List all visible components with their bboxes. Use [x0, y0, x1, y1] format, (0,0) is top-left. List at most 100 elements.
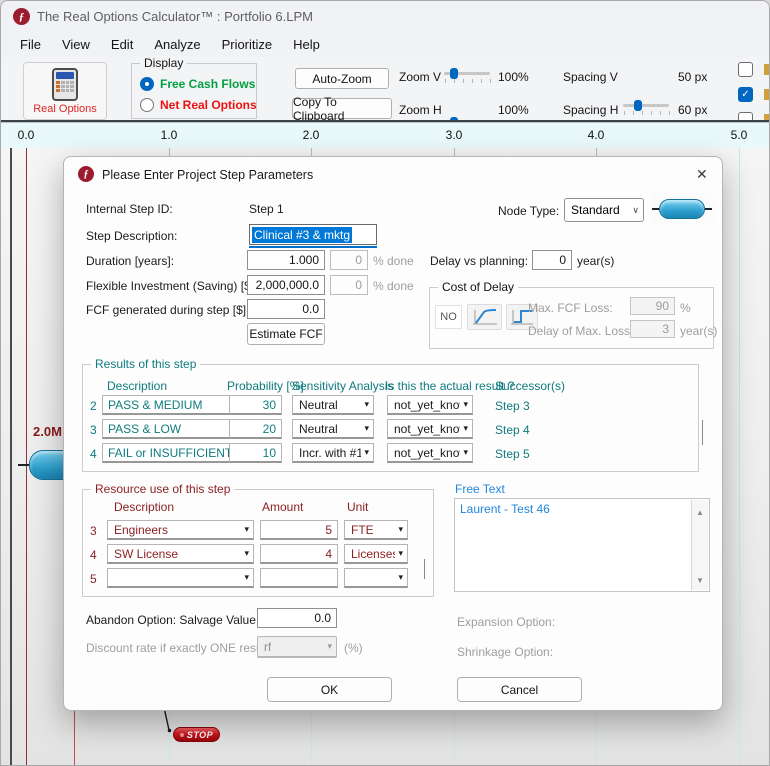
cost-of-delay-no-button[interactable]: NO	[435, 305, 462, 329]
duration-done-input[interactable]: 0	[330, 250, 368, 270]
free-text-title: Free Text	[455, 482, 505, 496]
ok-button[interactable]: OK	[267, 677, 392, 702]
checkbox-1[interactable]	[738, 62, 753, 77]
max-fcf-loss-input: 90	[630, 297, 675, 315]
checkbox-2-checked[interactable]	[738, 87, 753, 102]
real-options-button[interactable]: Real Options	[23, 62, 107, 120]
gridline-5	[739, 148, 740, 766]
menu-analyze[interactable]: Analyze	[147, 34, 214, 55]
ruler-tick-3: 3.0	[446, 128, 463, 142]
radio-unselected-icon	[140, 98, 154, 112]
toolbar: Real Options Display Free Cash Flows Net…	[1, 57, 770, 122]
app-logo-icon: ƒ	[13, 8, 30, 25]
close-icon[interactable]: ✕	[696, 166, 708, 183]
result-sensitivity-select[interactable]: Neutral	[292, 395, 374, 415]
spacing-v-label: Spacing V	[563, 70, 618, 84]
selected-text: Clinical #3 & mktg	[252, 227, 352, 243]
free-text-scrollbar[interactable]	[691, 500, 708, 590]
node-shape-button[interactable]	[650, 193, 714, 225]
flexible-investment-input[interactable]: 2,000,000.0	[247, 275, 325, 295]
stop-node[interactable]: STOP	[173, 727, 220, 742]
resource-amount-input[interactable]: 4	[260, 544, 338, 564]
ruler-tick-1: 1.0	[161, 128, 178, 142]
result-description-input[interactable]: FAIL or INSUFFICIENT	[102, 443, 250, 463]
fcf-input[interactable]: 0.0	[247, 299, 325, 319]
menu-prioritize[interactable]: Prioritize	[215, 34, 287, 55]
node-left-tick-icon	[652, 208, 659, 210]
radio-selected-icon	[140, 77, 154, 91]
node-type-select[interactable]: Standard	[564, 198, 644, 222]
investment-done-label: % done	[373, 279, 414, 293]
cancel-button[interactable]: Cancel	[457, 677, 582, 702]
scroll-up-icon[interactable]	[696, 502, 704, 520]
estimate-fcf-button[interactable]: Estimate FCF	[247, 323, 325, 345]
resource-unit-select[interactable]: Licenses	[344, 544, 408, 564]
menu-help[interactable]: Help	[286, 34, 334, 55]
node-value-label: 2.0M	[33, 424, 62, 439]
result-sensitivity-select[interactable]: Neutral	[292, 419, 374, 439]
result-actual-select[interactable]: not_yet_known	[387, 419, 473, 439]
radio-net-real-options[interactable]: Net Real Options	[140, 98, 257, 112]
resource-unit-select[interactable]	[344, 568, 408, 588]
abandon-option-label: Abandon Option: Salvage Value [$]:	[86, 613, 276, 627]
abandon-salvage-input[interactable]: 0.0	[257, 608, 337, 628]
stop-label: STOP	[187, 730, 213, 740]
time-ruler: 0.0 1.0 2.0 3.0 4.0 5.0	[1, 122, 770, 148]
result-probability-input[interactable]: 20	[229, 419, 282, 439]
results-header-successor: Successor(s)	[495, 379, 565, 393]
copy-to-clipboard-button[interactable]: Copy To Clipboard	[292, 98, 392, 119]
result-probability-input[interactable]: 10	[229, 443, 282, 463]
dialog-icon: ƒ	[78, 166, 94, 182]
results-group-title: Results of this step	[91, 357, 200, 371]
zoom-v-label: Zoom V	[399, 70, 441, 84]
resource-amount-input[interactable]: 5	[260, 520, 338, 540]
resource-unit-select[interactable]: FTE	[344, 520, 408, 540]
ramp-curve-button[interactable]	[467, 304, 502, 330]
delay-vs-planning-input[interactable]: 0	[532, 250, 572, 270]
auto-zoom-button[interactable]: Auto-Zoom	[295, 68, 389, 89]
spacing-h-value: 60 px	[678, 103, 707, 117]
duration-input[interactable]: 1.000	[247, 250, 325, 270]
result-sensitivity-select[interactable]: Incr. with #1	[292, 443, 374, 463]
result-actual-select[interactable]: not_yet_known	[387, 395, 473, 415]
focus-underline	[249, 246, 377, 248]
menu-file[interactable]: File	[13, 34, 55, 55]
resource-description-select[interactable]	[107, 568, 254, 588]
result-actual-select[interactable]: not_yet_known	[387, 443, 473, 463]
resources-scrollbar-thumb[interactable]	[424, 559, 425, 579]
ramp-curve-icon	[472, 308, 498, 326]
zoom-v-slider[interactable]	[444, 67, 490, 83]
delay-max-loss-label: Delay of Max. Loss:	[528, 324, 633, 338]
display-group-title: Display	[140, 56, 187, 70]
result-description-input[interactable]: PASS & MEDIUM	[102, 395, 250, 415]
display-group: Display Free Cash Flows Net Real Options	[131, 63, 257, 119]
node-type-label: Node Type:	[498, 204, 559, 218]
max-fcf-loss-unit: %	[680, 301, 691, 315]
menu-bar: File View Edit Analyze Prioritize Help	[1, 31, 770, 57]
result-successor: Step 3	[495, 399, 530, 413]
result-probability-input[interactable]: 30	[229, 395, 282, 415]
resource-amount-input[interactable]	[260, 568, 338, 588]
step-description-input[interactable]: Clinical #3 & mktg	[249, 224, 377, 245]
results-scrollbar-thumb[interactable]	[702, 420, 703, 445]
resource-row-num: 3	[90, 524, 97, 538]
dialog-title: Please Enter Project Step Parameters	[102, 168, 313, 182]
result-row-num: 4	[90, 447, 97, 461]
resource-row-num: 4	[90, 548, 97, 562]
free-text-area[interactable]: Laurent - Test 46	[454, 498, 710, 592]
discount-rate-unit: (%)	[344, 641, 363, 655]
menu-edit[interactable]: Edit	[104, 34, 147, 55]
step-description-label: Step Description:	[86, 229, 177, 243]
node-shape-icon	[659, 199, 705, 219]
scroll-down-icon[interactable]	[696, 570, 704, 588]
spacing-v-slider[interactable]	[623, 99, 669, 115]
spacing-v-value: 50 px	[678, 70, 707, 84]
menu-view[interactable]: View	[55, 34, 104, 55]
internal-step-id-label: Internal Step ID:	[86, 202, 173, 216]
zoom-h-value: 100%	[498, 103, 529, 117]
investment-done-input[interactable]: 0	[330, 275, 368, 295]
result-description-input[interactable]: PASS & LOW	[102, 419, 250, 439]
radio-free-cash-flows[interactable]: Free Cash Flows	[140, 77, 255, 91]
resource-description-select[interactable]: Engineers	[107, 520, 254, 540]
resource-description-select[interactable]: SW License	[107, 544, 254, 564]
